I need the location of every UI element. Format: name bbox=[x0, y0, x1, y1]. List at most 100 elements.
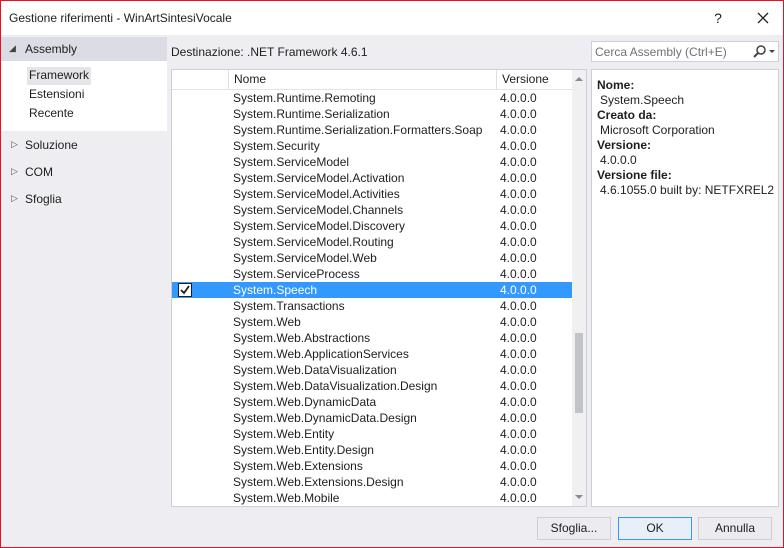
assembly-row[interactable]: System.ServiceProcess 4.0.0.0 bbox=[172, 266, 572, 282]
help-button[interactable]: ? bbox=[705, 7, 731, 29]
row-checkbox[interactable] bbox=[178, 347, 192, 361]
row-version: 4.0.0.0 bbox=[500, 379, 537, 393]
assembly-row[interactable]: System.Speech 4.0.0.0 bbox=[172, 282, 572, 298]
assembly-row[interactable]: System.ServiceModel.Web 4.0.0.0 bbox=[172, 250, 572, 266]
window-title: Gestione riferimenti - WinArtSintesiVoca… bbox=[9, 11, 232, 25]
row-name: System.ServiceModel.Routing bbox=[233, 235, 394, 249]
close-button[interactable] bbox=[749, 7, 777, 29]
assembly-row[interactable]: System.Web 4.0.0.0 bbox=[172, 314, 572, 330]
assembly-row[interactable]: System.Web.Abstractions 4.0.0.0 bbox=[172, 330, 572, 346]
row-version: 4.0.0.0 bbox=[500, 299, 537, 313]
cancel-button[interactable]: Annulla bbox=[698, 517, 772, 540]
row-checkbox[interactable] bbox=[178, 219, 192, 233]
row-name: System.ServiceProcess bbox=[233, 267, 360, 281]
list-scrollbar[interactable] bbox=[572, 70, 586, 506]
assembly-row[interactable]: System.Security 4.0.0.0 bbox=[172, 138, 572, 154]
row-checkbox[interactable] bbox=[178, 459, 192, 473]
row-checkbox[interactable] bbox=[178, 171, 192, 185]
nav-item-extensions[interactable]: Estensioni bbox=[27, 86, 86, 104]
nav-group-label: Assembly bbox=[25, 42, 78, 56]
assembly-row[interactable]: System.Web.DynamicData 4.0.0.0 bbox=[172, 394, 572, 410]
row-checkbox[interactable] bbox=[178, 379, 192, 393]
nav-item-framework[interactable]: Framework bbox=[27, 67, 92, 85]
creator-label: Creato da: bbox=[597, 108, 657, 122]
row-name: System.Runtime.Remoting bbox=[233, 91, 376, 105]
row-checkbox[interactable] bbox=[178, 107, 192, 121]
assembly-row[interactable]: System.Runtime.Serialization.Formatters.… bbox=[172, 122, 572, 138]
row-checkbox[interactable] bbox=[178, 203, 192, 217]
row-name: System.Web.DataVisualization bbox=[233, 363, 397, 377]
row-checkbox[interactable] bbox=[178, 395, 192, 409]
row-version: 4.0.0.0 bbox=[500, 395, 537, 409]
row-checkbox[interactable] bbox=[178, 475, 192, 489]
row-checkbox[interactable] bbox=[178, 299, 192, 313]
assembly-row[interactable]: System.Web.Entity 4.0.0.0 bbox=[172, 426, 572, 442]
row-version: 4.0.0.0 bbox=[500, 443, 537, 457]
assembly-row[interactable]: System.Runtime.Remoting 4.0.0.0 bbox=[172, 90, 572, 106]
ok-button[interactable]: OK bbox=[618, 517, 692, 540]
row-checkbox[interactable] bbox=[178, 187, 192, 201]
assembly-row[interactable]: System.Web.Entity.Design 4.0.0.0 bbox=[172, 442, 572, 458]
row-name: System.Web.Extensions bbox=[233, 459, 363, 473]
version-label: Versione: bbox=[597, 138, 652, 152]
scroll-up-arrow-icon[interactable] bbox=[572, 72, 586, 86]
row-checkbox[interactable] bbox=[178, 123, 192, 137]
assembly-row[interactable]: System.Web.ApplicationServices 4.0.0.0 bbox=[172, 346, 572, 362]
search-input[interactable] bbox=[595, 44, 745, 59]
row-checkbox[interactable] bbox=[178, 267, 192, 281]
assembly-row[interactable]: System.Web.Extensions.Design 4.0.0.0 bbox=[172, 474, 572, 490]
row-checkbox[interactable] bbox=[178, 235, 192, 249]
details-panel: Nome: System.Speech Creato da: Microsoft… bbox=[591, 69, 779, 507]
assembly-row[interactable]: System.ServiceModel.Discovery 4.0.0.0 bbox=[172, 218, 572, 234]
search-box[interactable] bbox=[591, 41, 779, 62]
row-checkbox[interactable] bbox=[178, 427, 192, 441]
assembly-row[interactable]: System.Transactions 4.0.0.0 bbox=[172, 298, 572, 314]
row-checkbox[interactable] bbox=[178, 363, 192, 377]
assembly-row[interactable]: System.Web.DynamicData.Design 4.0.0.0 bbox=[172, 410, 572, 426]
row-checkbox[interactable] bbox=[178, 491, 192, 505]
row-checkbox[interactable] bbox=[178, 251, 192, 265]
collapsed-arrow-icon: ▷ bbox=[11, 193, 18, 203]
assembly-row[interactable]: System.ServiceModel.Activation 4.0.0.0 bbox=[172, 170, 572, 186]
row-version: 4.0.0.0 bbox=[500, 251, 537, 265]
assembly-row[interactable]: System.ServiceModel.Activities 4.0.0.0 bbox=[172, 186, 572, 202]
row-checkbox[interactable] bbox=[178, 139, 192, 153]
row-version: 4.0.0.0 bbox=[500, 363, 537, 377]
browse-button[interactable]: Sfoglia... bbox=[537, 517, 611, 540]
column-header-version[interactable]: Versione bbox=[496, 70, 572, 90]
row-checkbox[interactable] bbox=[178, 283, 192, 297]
row-version: 4.0.0.0 bbox=[500, 347, 537, 361]
assembly-row[interactable]: System.Web.Extensions 4.0.0.0 bbox=[172, 458, 572, 474]
row-checkbox[interactable] bbox=[178, 443, 192, 457]
assembly-row[interactable]: System.Web.DataVisualization.Design 4.0.0… bbox=[172, 378, 572, 394]
nav-group-com[interactable]: ▷ COM bbox=[1, 162, 167, 184]
row-version: 4.0.0.0 bbox=[500, 219, 537, 233]
assembly-row[interactable]: System.ServiceModel 4.0.0.0 bbox=[172, 154, 572, 170]
row-checkbox[interactable] bbox=[178, 331, 192, 345]
version-value: 4.0.0.0 bbox=[600, 153, 637, 167]
row-version: 4.0.0.0 bbox=[500, 123, 537, 137]
nav-group-solution[interactable]: ▷ Soluzione bbox=[1, 135, 167, 157]
assembly-row[interactable]: System.Web.Mobile 4.0.0.0 bbox=[172, 490, 572, 506]
assembly-row[interactable]: System.ServiceModel.Channels 4.0.0.0 bbox=[172, 202, 572, 218]
list-header: Nome Versione bbox=[172, 70, 572, 90]
nav-group-label: Sfoglia bbox=[25, 192, 62, 206]
row-version: 4.0.0.0 bbox=[500, 459, 537, 473]
row-checkbox[interactable] bbox=[178, 411, 192, 425]
nav-item-recent[interactable]: Recente bbox=[27, 105, 76, 123]
row-checkbox[interactable] bbox=[178, 315, 192, 329]
row-checkbox[interactable] bbox=[178, 91, 192, 105]
assembly-row[interactable]: System.Runtime.Serialization 4.0.0.0 bbox=[172, 106, 572, 122]
row-checkbox[interactable] bbox=[178, 155, 192, 169]
nav-group-browse[interactable]: ▷ Sfoglia bbox=[1, 189, 167, 211]
row-name: System.ServiceModel.Activation bbox=[233, 171, 405, 185]
assembly-row[interactable]: System.ServiceModel.Routing 4.0.0.0 bbox=[172, 234, 572, 250]
scroll-down-arrow-icon[interactable] bbox=[572, 490, 586, 504]
assembly-row[interactable]: System.Web.DataVisualization 4.0.0.0 bbox=[172, 362, 572, 378]
column-header-check[interactable] bbox=[172, 70, 228, 90]
scrollbar-thumb[interactable] bbox=[575, 333, 583, 413]
nav-group-assembly[interactable]: ◢ Assembly bbox=[1, 37, 167, 61]
row-version: 4.0.0.0 bbox=[500, 331, 537, 345]
search-icon[interactable] bbox=[752, 43, 776, 61]
column-header-name[interactable]: Nome bbox=[228, 70, 496, 90]
